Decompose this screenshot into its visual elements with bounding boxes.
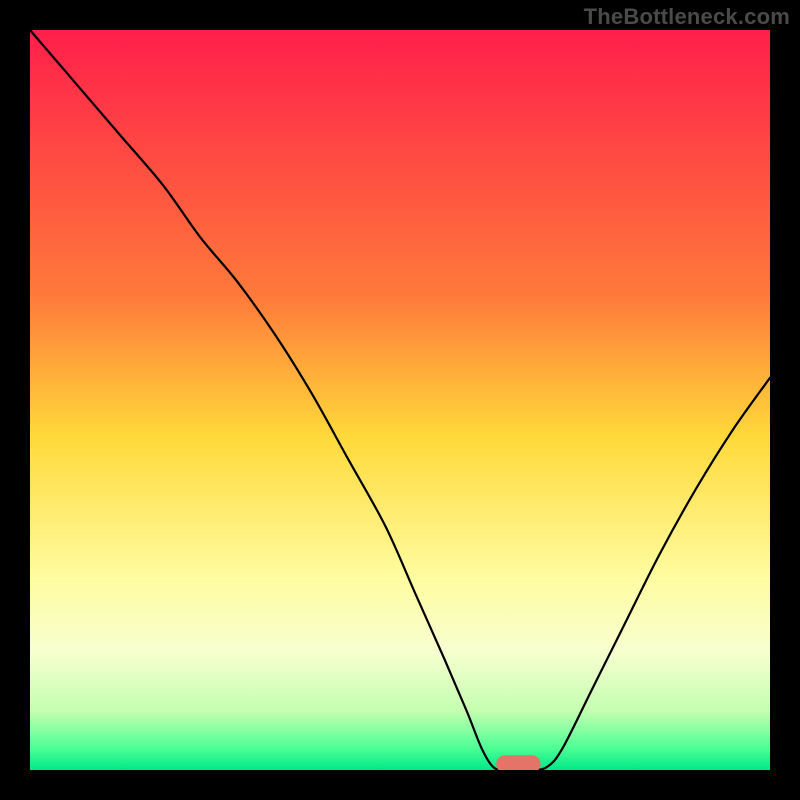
- optimal-marker: [496, 755, 540, 770]
- chart-svg: [30, 30, 770, 770]
- gradient-background: [30, 30, 770, 770]
- chart-frame: TheBottleneck.com: [0, 0, 800, 800]
- plot-area: [30, 30, 770, 770]
- watermark-text: TheBottleneck.com: [584, 4, 790, 30]
